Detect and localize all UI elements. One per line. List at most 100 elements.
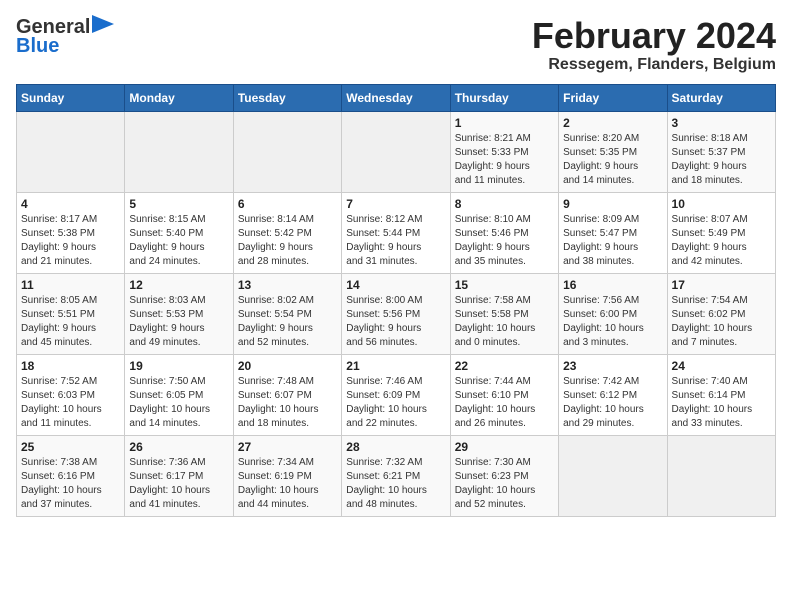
calendar-cell <box>667 435 775 516</box>
day-number: 6 <box>238 197 337 211</box>
day-number: 20 <box>238 359 337 373</box>
calendar-cell: 10 Sunrise: 8:07 AM Sunset: 5:49 PM Dayli… <box>667 192 775 273</box>
logo: General Blue <box>16 16 114 58</box>
day-number: 10 <box>672 197 771 211</box>
day-info: Sunrise: 8:09 AM Sunset: 5:47 PM Dayligh… <box>563 213 662 269</box>
calendar-cell: 25 Sunrise: 7:38 AM Sunset: 6:16 PM Dayli… <box>17 435 125 516</box>
day-info: Sunrise: 8:10 AM Sunset: 5:46 PM Dayligh… <box>455 213 554 269</box>
calendar-cell: 16 Sunrise: 7:56 AM Sunset: 6:00 PM Dayli… <box>559 273 667 354</box>
day-number: 9 <box>563 197 662 211</box>
calendar-cell: 14Sunrise: 8:00 AM Sunset: 5:56 PM Dayli… <box>342 273 450 354</box>
day-info: Sunrise: 7:56 AM Sunset: 6:00 PM Dayligh… <box>563 294 662 350</box>
day-number: 12 <box>129 278 228 292</box>
day-header-thursday: Thursday <box>450 84 558 111</box>
calendar-week-0: 1 Sunrise: 8:21 AM Sunset: 5:33 PM Daylig… <box>17 111 776 192</box>
calendar-cell: 15Sunrise: 7:58 AM Sunset: 5:58 PM Dayli… <box>450 273 558 354</box>
calendar-cell: 3 Sunrise: 8:18 AM Sunset: 5:37 PM Daylig… <box>667 111 775 192</box>
day-info: Sunrise: 8:18 AM Sunset: 5:37 PM Dayligh… <box>672 132 771 188</box>
calendar-cell: 11 Sunrise: 8:05 AM Sunset: 5:51 PM Dayli… <box>17 273 125 354</box>
calendar-body: 1 Sunrise: 8:21 AM Sunset: 5:33 PM Daylig… <box>17 111 776 516</box>
day-info: Sunrise: 7:36 AM Sunset: 6:17 PM Dayligh… <box>129 456 228 512</box>
day-number: 1 <box>455 116 554 130</box>
calendar-cell: 29 Sunrise: 7:30 AM Sunset: 6:23 PM Dayli… <box>450 435 558 516</box>
calendar-week-4: 25 Sunrise: 7:38 AM Sunset: 6:16 PM Dayli… <box>17 435 776 516</box>
day-info: Sunrise: 8:21 AM Sunset: 5:33 PM Dayligh… <box>455 132 554 188</box>
calendar-header: SundayMondayTuesdayWednesdayThursdayFrid… <box>17 84 776 111</box>
day-info: Sunrise: 8:00 AM Sunset: 5:56 PM Dayligh… <box>346 294 445 350</box>
page-header: General Blue February 2024 Ressegem, Fla… <box>16 16 776 74</box>
day-number: 11 <box>21 278 120 292</box>
day-info: Sunrise: 7:54 AM Sunset: 6:02 PM Dayligh… <box>672 294 771 350</box>
day-info: Sunrise: 8:12 AM Sunset: 5:44 PM Dayligh… <box>346 213 445 269</box>
calendar-cell: 23Sunrise: 7:42 AM Sunset: 6:12 PM Dayli… <box>559 354 667 435</box>
calendar-table: SundayMondayTuesdayWednesdayThursdayFrid… <box>16 84 776 517</box>
day-number: 4 <box>21 197 120 211</box>
day-header-monday: Monday <box>125 84 233 111</box>
day-number: 24 <box>672 359 771 373</box>
day-number: 27 <box>238 440 337 454</box>
calendar-title: February 2024 <box>532 16 776 56</box>
day-info: Sunrise: 8:14 AM Sunset: 5:42 PM Dayligh… <box>238 213 337 269</box>
calendar-cell: 18Sunrise: 7:52 AM Sunset: 6:03 PM Dayli… <box>17 354 125 435</box>
day-number: 29 <box>455 440 554 454</box>
day-number: 28 <box>346 440 445 454</box>
calendar-cell: 28 Sunrise: 7:32 AM Sunset: 6:21 PM Dayli… <box>342 435 450 516</box>
day-info: Sunrise: 8:17 AM Sunset: 5:38 PM Dayligh… <box>21 213 120 269</box>
calendar-subtitle: Ressegem, Flanders, Belgium <box>532 56 776 74</box>
day-info: Sunrise: 8:15 AM Sunset: 5:40 PM Dayligh… <box>129 213 228 269</box>
day-number: 8 <box>455 197 554 211</box>
day-number: 16 <box>563 278 662 292</box>
day-info: Sunrise: 7:46 AM Sunset: 6:09 PM Dayligh… <box>346 375 445 431</box>
calendar-cell <box>342 111 450 192</box>
logo-arrow-icon <box>92 15 114 33</box>
calendar-cell <box>125 111 233 192</box>
day-number: 19 <box>129 359 228 373</box>
day-info: Sunrise: 8:20 AM Sunset: 5:35 PM Dayligh… <box>563 132 662 188</box>
day-number: 3 <box>672 116 771 130</box>
day-header-saturday: Saturday <box>667 84 775 111</box>
day-number: 7 <box>346 197 445 211</box>
calendar-cell: 7 Sunrise: 8:12 AM Sunset: 5:44 PM Daylig… <box>342 192 450 273</box>
calendar-cell <box>233 111 341 192</box>
day-number: 26 <box>129 440 228 454</box>
day-number: 25 <box>21 440 120 454</box>
logo-blue-text: Blue <box>16 35 59 57</box>
day-number: 22 <box>455 359 554 373</box>
calendar-cell: 8 Sunrise: 8:10 AM Sunset: 5:46 PM Daylig… <box>450 192 558 273</box>
day-number: 13 <box>238 278 337 292</box>
day-info: Sunrise: 8:07 AM Sunset: 5:49 PM Dayligh… <box>672 213 771 269</box>
calendar-cell <box>17 111 125 192</box>
day-info: Sunrise: 8:05 AM Sunset: 5:51 PM Dayligh… <box>21 294 120 350</box>
calendar-cell: 6 Sunrise: 8:14 AM Sunset: 5:42 PM Daylig… <box>233 192 341 273</box>
calendar-cell: 17Sunrise: 7:54 AM Sunset: 6:02 PM Dayli… <box>667 273 775 354</box>
calendar-cell: 19 Sunrise: 7:50 AM Sunset: 6:05 PM Dayli… <box>125 354 233 435</box>
day-info: Sunrise: 7:38 AM Sunset: 6:16 PM Dayligh… <box>21 456 120 512</box>
day-info: Sunrise: 8:02 AM Sunset: 5:54 PM Dayligh… <box>238 294 337 350</box>
calendar-cell: 12 Sunrise: 8:03 AM Sunset: 5:53 PM Dayli… <box>125 273 233 354</box>
days-of-week-row: SundayMondayTuesdayWednesdayThursdayFrid… <box>17 84 776 111</box>
day-info: Sunrise: 7:48 AM Sunset: 6:07 PM Dayligh… <box>238 375 337 431</box>
calendar-title-block: February 2024 Ressegem, Flanders, Belgiu… <box>532 16 776 74</box>
day-info: Sunrise: 8:03 AM Sunset: 5:53 PM Dayligh… <box>129 294 228 350</box>
day-info: Sunrise: 7:44 AM Sunset: 6:10 PM Dayligh… <box>455 375 554 431</box>
day-info: Sunrise: 7:30 AM Sunset: 6:23 PM Dayligh… <box>455 456 554 512</box>
day-number: 18 <box>21 359 120 373</box>
day-info: Sunrise: 7:32 AM Sunset: 6:21 PM Dayligh… <box>346 456 445 512</box>
day-header-friday: Friday <box>559 84 667 111</box>
day-info: Sunrise: 7:40 AM Sunset: 6:14 PM Dayligh… <box>672 375 771 431</box>
calendar-cell: 13 Sunrise: 8:02 AM Sunset: 5:54 PM Dayli… <box>233 273 341 354</box>
calendar-week-2: 11 Sunrise: 8:05 AM Sunset: 5:51 PM Dayli… <box>17 273 776 354</box>
calendar-cell: 4 Sunrise: 8:17 AM Sunset: 5:38 PM Daylig… <box>17 192 125 273</box>
calendar-cell: 1 Sunrise: 8:21 AM Sunset: 5:33 PM Daylig… <box>450 111 558 192</box>
day-info: Sunrise: 7:50 AM Sunset: 6:05 PM Dayligh… <box>129 375 228 431</box>
day-number: 21 <box>346 359 445 373</box>
day-header-sunday: Sunday <box>17 84 125 111</box>
calendar-cell: 27 Sunrise: 7:34 AM Sunset: 6:19 PM Dayli… <box>233 435 341 516</box>
day-info: Sunrise: 7:34 AM Sunset: 6:19 PM Dayligh… <box>238 456 337 512</box>
day-header-wednesday: Wednesday <box>342 84 450 111</box>
calendar-cell <box>559 435 667 516</box>
calendar-cell: 21 Sunrise: 7:46 AM Sunset: 6:09 PM Dayli… <box>342 354 450 435</box>
day-number: 5 <box>129 197 228 211</box>
day-number: 15 <box>455 278 554 292</box>
calendar-cell: 20 Sunrise: 7:48 AM Sunset: 6:07 PM Dayli… <box>233 354 341 435</box>
